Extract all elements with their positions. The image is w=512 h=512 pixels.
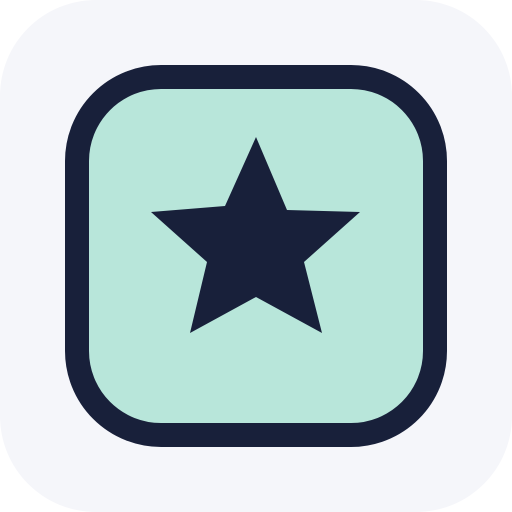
app-icon-graphic bbox=[0, 0, 512, 512]
app-icon bbox=[0, 0, 512, 512]
